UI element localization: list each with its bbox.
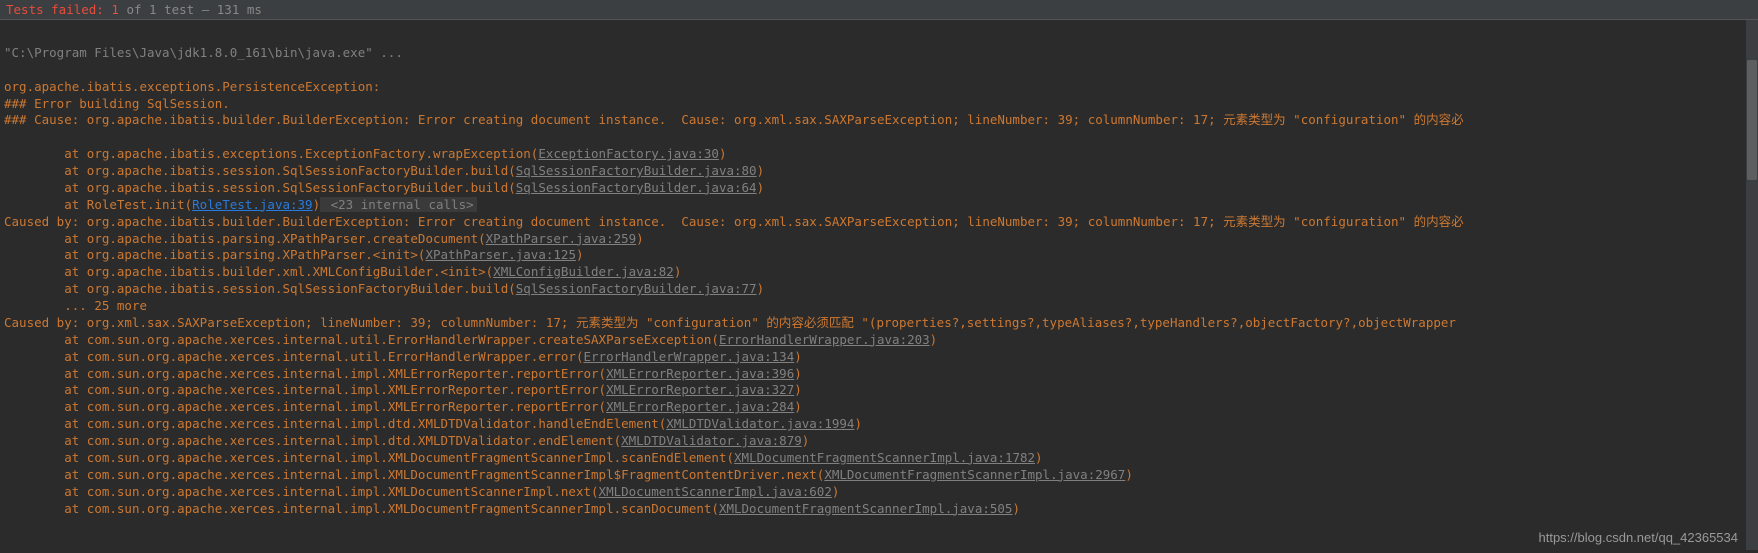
source-link[interactable]: XMLErrorReporter.java:327 [606, 382, 794, 397]
source-link[interactable]: SqlSessionFactoryBuilder.java:77 [516, 281, 757, 296]
stack-line: at com.sun.org.apache.xerces.internal.im… [4, 366, 802, 381]
tests-failed-label: Tests failed: [6, 2, 104, 17]
source-link[interactable]: XMLErrorReporter.java:396 [606, 366, 794, 381]
stack-line: at org.apache.ibatis.session.SqlSessionF… [4, 180, 764, 195]
source-link[interactable]: XMLDocumentScannerImpl.java:602 [599, 484, 832, 499]
stack-line: at org.apache.ibatis.builder.xml.XMLConf… [4, 264, 681, 279]
source-link[interactable]: XMLDTDValidator.java:1994 [666, 416, 854, 431]
stack-line: at RoleTest.init(RoleTest.java:39) <23 i… [4, 197, 477, 212]
source-link[interactable]: XPathParser.java:125 [425, 247, 576, 262]
stack-line: at org.apache.ibatis.parsing.XPathParser… [4, 247, 584, 262]
console-output[interactable]: "C:\Program Files\Java\jdk1.8.0_161\bin\… [0, 20, 1758, 525]
cause-line: ### Cause: org.apache.ibatis.builder.Bui… [4, 112, 1464, 127]
test-results-header: Tests failed: 1 of 1 test – 131 ms [0, 0, 1758, 20]
internal-calls[interactable]: <23 internal calls> [320, 197, 477, 212]
stack-line: at com.sun.org.apache.xerces.internal.im… [4, 467, 1133, 482]
of-label: of [126, 2, 141, 17]
exception-header: org.apache.ibatis.exceptions.Persistence… [4, 79, 380, 94]
source-link[interactable]: SqlSessionFactoryBuilder.java:80 [516, 163, 757, 178]
caused-by: Caused by: org.xml.sax.SAXParseException… [4, 315, 1456, 330]
source-link[interactable]: ErrorHandlerWrapper.java:134 [584, 349, 795, 364]
source-link[interactable]: ErrorHandlerWrapper.java:203 [719, 332, 930, 347]
command-line: "C:\Program Files\Java\jdk1.8.0_161\bin\… [4, 45, 403, 60]
tests-total: 1 [149, 2, 157, 17]
error-building: ### Error building SqlSession. [4, 96, 230, 111]
caused-by: Caused by: org.apache.ibatis.builder.Bui… [4, 214, 1464, 229]
duration: – 131 ms [202, 2, 262, 17]
source-link[interactable]: XMLDocumentFragmentScannerImpl.java:505 [719, 501, 1013, 516]
stack-line: at org.apache.ibatis.session.SqlSessionF… [4, 163, 764, 178]
tests-failed-count: 1 [111, 2, 119, 17]
scrollbar-thumb[interactable] [1747, 60, 1757, 180]
source-link[interactable]: XMLDocumentFragmentScannerImpl.java:1782 [734, 450, 1035, 465]
source-link[interactable]: XMLDocumentFragmentScannerImpl.java:2967 [824, 467, 1125, 482]
vertical-scrollbar[interactable] [1746, 20, 1758, 550]
stack-line: at com.sun.org.apache.xerces.internal.ut… [4, 332, 937, 347]
stack-line: at com.sun.org.apache.xerces.internal.im… [4, 382, 802, 397]
source-link[interactable]: XPathParser.java:259 [486, 231, 637, 246]
source-link[interactable]: ExceptionFactory.java:30 [538, 146, 719, 161]
source-link[interactable]: SqlSessionFactoryBuilder.java:64 [516, 180, 757, 195]
stack-line: at com.sun.org.apache.xerces.internal.ut… [4, 349, 802, 364]
stack-line: at com.sun.org.apache.xerces.internal.im… [4, 399, 802, 414]
stack-line: at com.sun.org.apache.xerces.internal.im… [4, 416, 862, 431]
source-link[interactable]: XMLConfigBuilder.java:82 [493, 264, 674, 279]
stack-line: at com.sun.org.apache.xerces.internal.im… [4, 484, 839, 499]
stack-line: at org.apache.ibatis.session.SqlSessionF… [4, 281, 764, 296]
source-link-active[interactable]: RoleTest.java:39 [192, 197, 312, 212]
source-link[interactable]: XMLDTDValidator.java:879 [621, 433, 802, 448]
stack-line: at com.sun.org.apache.xerces.internal.im… [4, 501, 1020, 516]
stack-line: at com.sun.org.apache.xerces.internal.im… [4, 450, 1043, 465]
test-label: test [164, 2, 194, 17]
more-frames: ... 25 more [4, 298, 147, 313]
watermark: https://blog.csdn.net/qq_42365534 [1539, 530, 1739, 545]
stack-line: at com.sun.org.apache.xerces.internal.im… [4, 433, 809, 448]
stack-line: at org.apache.ibatis.parsing.XPathParser… [4, 231, 644, 246]
stack-line: at org.apache.ibatis.exceptions.Exceptio… [4, 146, 727, 161]
source-link[interactable]: XMLErrorReporter.java:284 [606, 399, 794, 414]
